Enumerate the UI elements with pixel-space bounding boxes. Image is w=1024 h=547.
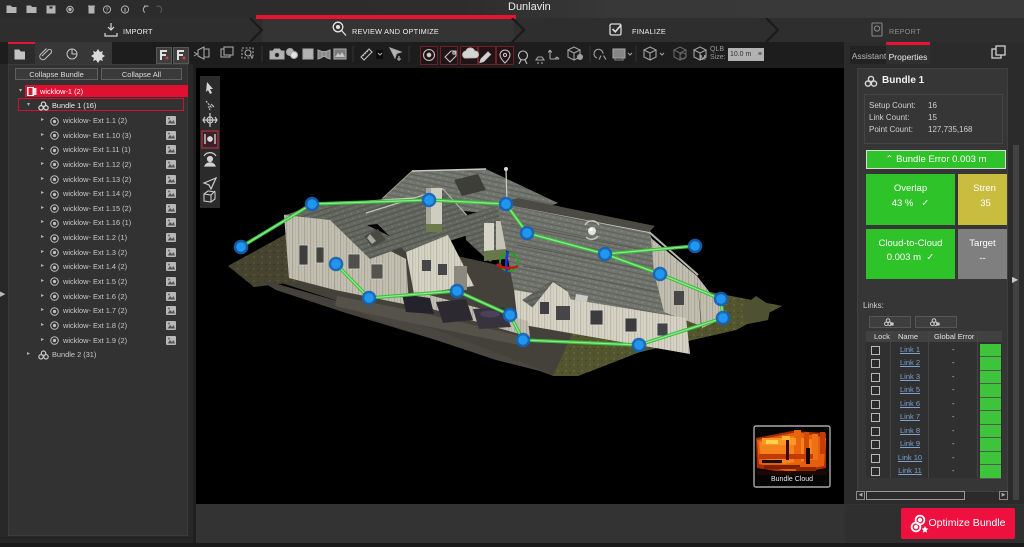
svg-text:Bundle Cloud: Bundle Cloud (771, 476, 813, 483)
svg-text:M: M (700, 55, 706, 62)
